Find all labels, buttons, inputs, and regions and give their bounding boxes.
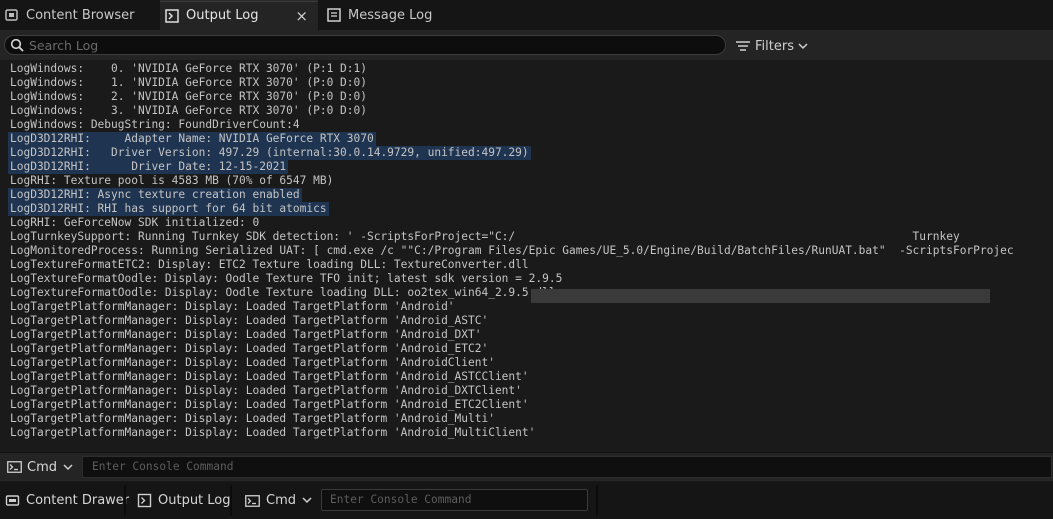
log-line: LogTargetPlatformManager: Display: Loade…	[10, 370, 529, 383]
cmd-dropdown[interactable]: Cmd	[245, 485, 312, 516]
status-bar: Content Drawer Output Log Cmd Enter Cons…	[0, 482, 1053, 519]
message-log-icon	[326, 7, 342, 23]
tab-label: Output Log	[186, 8, 259, 23]
log-line: LogTargetPlatformManager: Display: Loade…	[10, 342, 489, 355]
tab-content-browser[interactable]: Content Browser	[0, 0, 158, 30]
log-line: LogWindows: 3. 'NVIDIA GeForce RTX 3070'…	[10, 104, 367, 117]
divider	[596, 485, 598, 516]
log-line: LogD3D12RHI: Driver Date: 12-15-2021	[8, 160, 289, 174]
chevron-down-icon	[302, 493, 312, 508]
search-icon	[10, 38, 24, 52]
terminal-icon	[245, 493, 260, 508]
console-command-input[interactable]: Enter Console Command	[321, 489, 588, 511]
log-line: LogRHI: Texture pool is 4583 MB (70% of …	[10, 174, 334, 187]
log-line: LogD3D12RHI: Async texture creation enab…	[8, 188, 302, 202]
log-output-area[interactable]: LogWindows: 0. 'NVIDIA GeForce RTX 3070'…	[0, 60, 1053, 452]
log-line: LogMonitoredProcess: Running Serialized …	[10, 244, 1014, 257]
log-line: LogTargetPlatformManager: Display: Loade…	[10, 412, 495, 425]
log-line: LogWindows: 2. 'NVIDIA GeForce RTX 3070'…	[10, 90, 367, 103]
tab-output-log[interactable]: Output Log ×	[160, 0, 318, 30]
log-line: LogTextureFormatOodle: Display: Oodle Te…	[10, 272, 563, 285]
log-line: LogTargetPlatformManager: Display: Loade…	[10, 384, 522, 397]
output-log-icon	[137, 493, 152, 508]
console-placeholder: Enter Console Command	[92, 460, 234, 473]
log-line: LogWindows: 0. 'NVIDIA GeForce RTX 3070'…	[10, 62, 367, 75]
console-command-input[interactable]: Enter Console Command	[82, 456, 1052, 478]
log-line: LogTargetPlatformManager: Display: Loade…	[10, 328, 482, 341]
close-icon[interactable]: ×	[295, 7, 308, 25]
cmd-label: Cmd	[266, 493, 296, 508]
content-drawer-label: Content Drawer	[26, 493, 130, 508]
tab-message-log[interactable]: Message Log	[322, 0, 472, 30]
log-line: LogTargetPlatformManager: Display: Loade…	[10, 300, 455, 313]
divider	[124, 485, 126, 516]
log-line: LogTextureFormatETC2: Display: ETC2 Text…	[10, 258, 529, 271]
console-row: Cmd Enter Console Command	[0, 452, 1053, 481]
chevron-down-icon	[63, 460, 73, 475]
filter-icon	[736, 40, 750, 52]
log-line: LogTargetPlatformManager: Display: Loade…	[10, 314, 489, 327]
log-line: LogWindows: DebugString: FoundDriverCoun…	[10, 118, 300, 131]
output-log-icon	[164, 8, 180, 24]
content-drawer-icon	[5, 493, 20, 508]
redacted-path	[531, 289, 990, 303]
tab-label: Message Log	[348, 7, 433, 23]
filters-label: Filters	[755, 38, 794, 54]
content-browser-icon	[4, 7, 20, 23]
terminal-icon	[7, 461, 22, 473]
chevron-down-icon	[798, 39, 808, 54]
log-line: LogD3D12RHI: Adapter Name: NVIDIA GeForc…	[8, 132, 376, 146]
cmd-label: Cmd	[27, 459, 57, 475]
search-toolbar: Search Log Filters	[0, 30, 1053, 60]
search-placeholder: Search Log	[29, 38, 99, 53]
log-line: LogTurnkeySupport: Running Turnkey SDK d…	[10, 230, 960, 243]
log-line: LogTargetPlatformManager: Display: Loade…	[10, 398, 529, 411]
content-drawer-button[interactable]: Content Drawer	[5, 485, 129, 516]
log-line: LogD3D12RHI: RHI has support for 64 bit …	[8, 202, 329, 216]
log-line: LogD3D12RHI: Driver Version: 497.29 (int…	[8, 146, 531, 160]
tab-bar: Content Browser Output Log × Message Log	[0, 0, 1053, 30]
divider	[230, 485, 232, 516]
log-line: LogWindows: 1. 'NVIDIA GeForce RTX 3070'…	[10, 76, 367, 89]
log-line: LogTargetPlatformManager: Display: Loade…	[10, 356, 495, 369]
search-input[interactable]: Search Log	[4, 35, 726, 55]
tab-label: Content Browser	[26, 7, 135, 23]
filters-button[interactable]: Filters	[736, 37, 808, 55]
output-log-button[interactable]: Output Log	[137, 485, 231, 516]
output-log-label: Output Log	[158, 493, 231, 508]
cmd-dropdown[interactable]: Cmd	[7, 453, 73, 481]
log-line: LogRHI: GeForceNow SDK initialized: 0	[10, 216, 260, 229]
log-line: LogTargetPlatformManager: Display: Loade…	[10, 426, 536, 439]
log-line: LogTextureFormatOodle: Display: Oodle Te…	[10, 286, 556, 299]
console-placeholder: Enter Console Command	[330, 493, 472, 506]
